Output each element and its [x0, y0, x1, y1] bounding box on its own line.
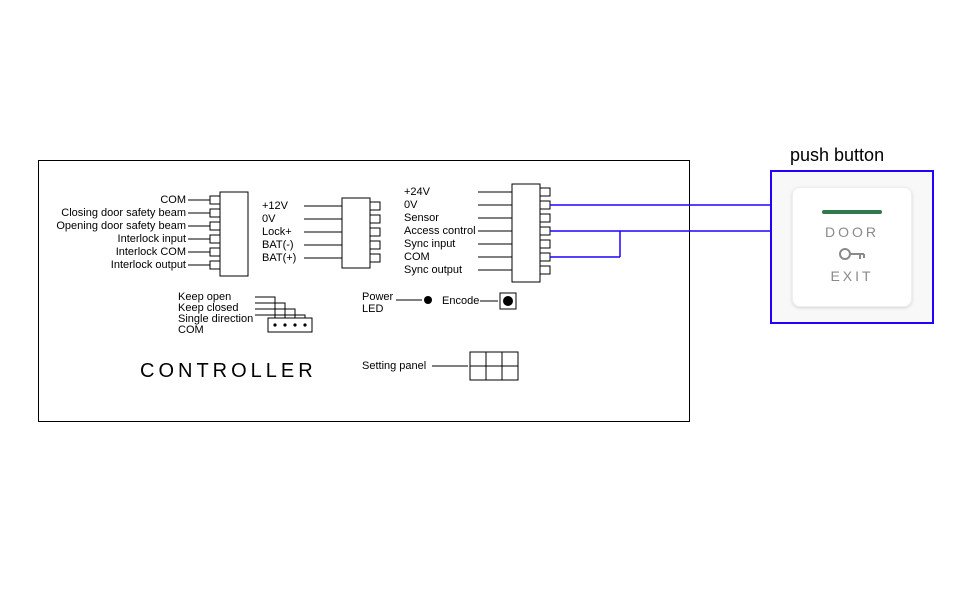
b3-label-2: Sensor	[404, 212, 439, 224]
push-button-device: DOOR EXIT	[770, 170, 934, 324]
b2-label-0: +12V	[262, 200, 288, 212]
b3-label-0: +24V	[404, 186, 430, 198]
setting-panel-label: Setting panel	[362, 360, 426, 372]
push-button-led	[822, 210, 882, 214]
b3-label-3: Access control	[404, 225, 476, 237]
b3-label-1: 0V	[404, 199, 417, 211]
b3-label-4: Sync input	[404, 238, 455, 250]
b2-label-2: Lock+	[262, 226, 292, 238]
b1-label-0: COM	[48, 194, 186, 206]
b3-label-5: COM	[404, 251, 430, 263]
push-button-caption: push button	[790, 145, 884, 166]
push-button-face[interactable]: DOOR EXIT	[792, 187, 912, 307]
b2-label-1: 0V	[262, 213, 275, 225]
b2-label-4: BAT(+)	[262, 252, 296, 264]
b1-label-3: Interlock input	[48, 233, 186, 245]
encode-label: Encode	[442, 295, 479, 307]
controller-title: CONTROLLER	[140, 360, 317, 383]
b3-label-6: Sync output	[404, 264, 462, 276]
b1-label-2: Opening door safety beam	[48, 220, 186, 232]
power-label: Power	[362, 291, 393, 303]
b4-label-3: COM	[178, 324, 204, 336]
push-button-text-door: DOOR	[825, 224, 879, 240]
key-icon	[838, 246, 866, 262]
b1-label-4: Interlock COM	[48, 246, 186, 258]
b2-label-3: BAT(-)	[262, 239, 294, 251]
push-button-text-exit: EXIT	[830, 268, 873, 284]
b1-label-5: Interlock output	[48, 259, 186, 271]
b1-label-1: Closing door safety beam	[48, 207, 186, 219]
led-label: LED	[362, 303, 383, 315]
